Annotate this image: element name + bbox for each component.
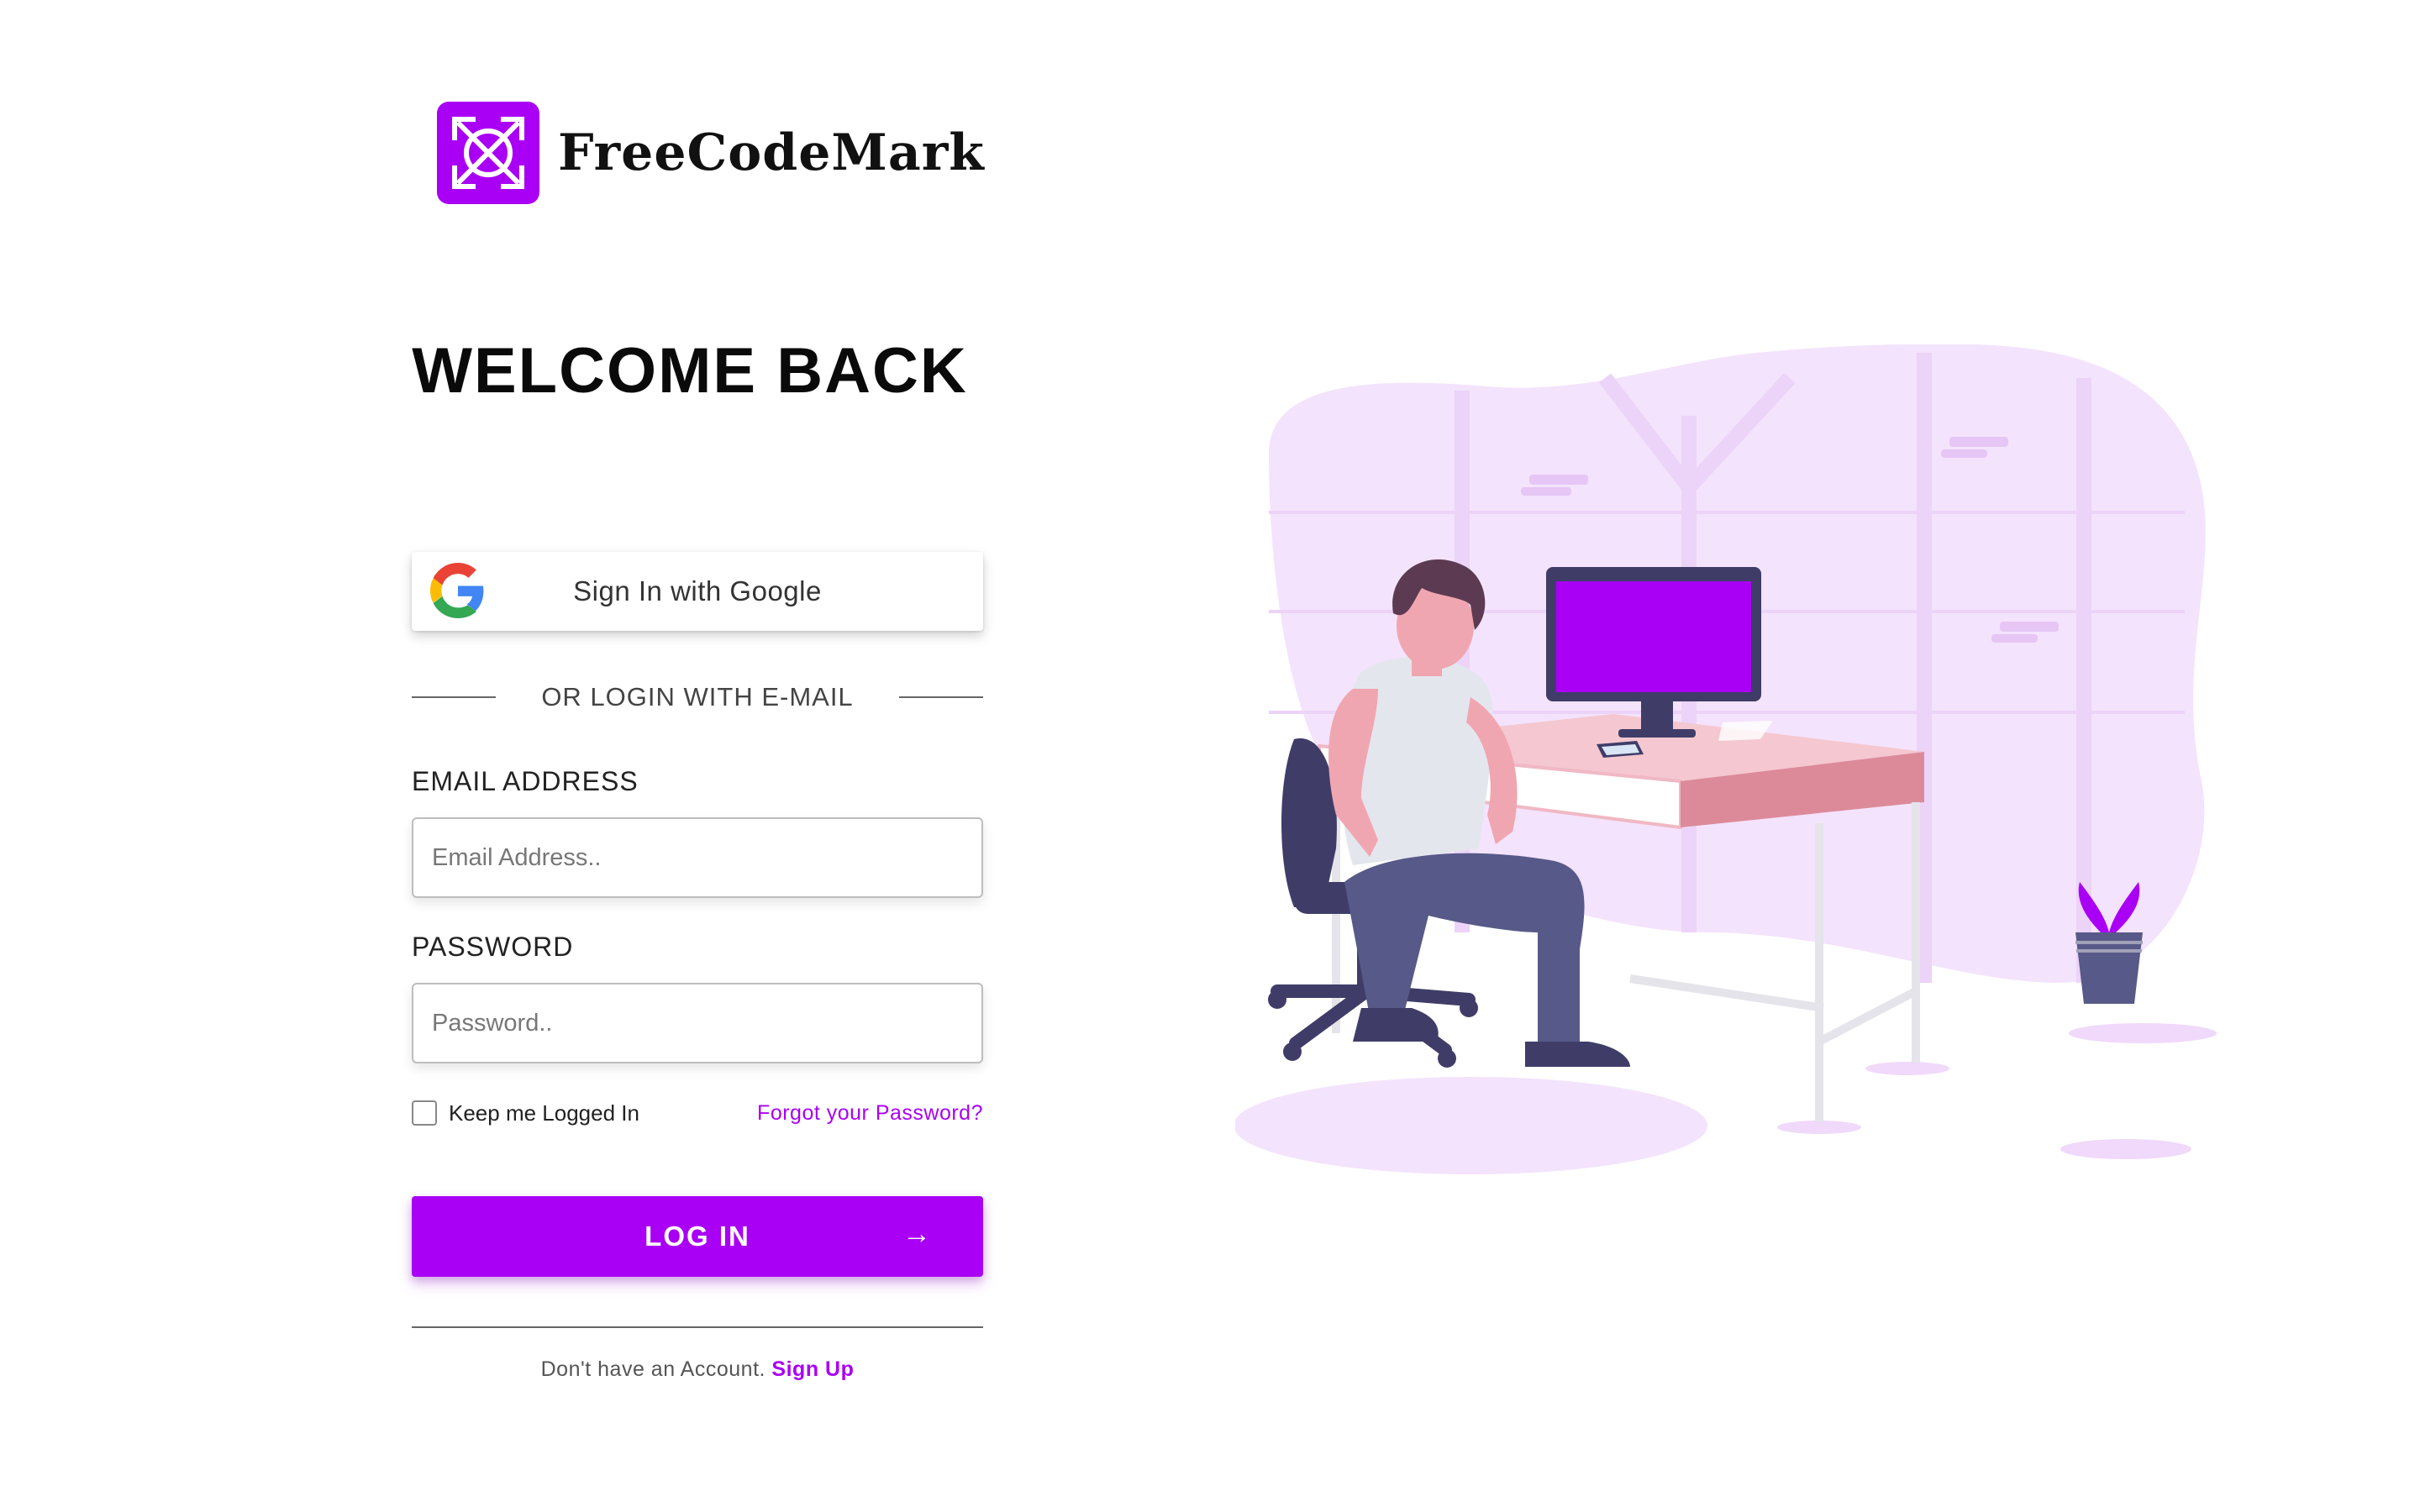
workspace-illustration [1235,344,2217,1174]
google-sign-in-button[interactable]: Sign In with Google [412,552,983,631]
password-label: PASSWORD [412,932,574,962]
brand-name: FreeCodeMark [558,123,985,182]
password-field[interactable] [412,983,983,1063]
email-field[interactable] [412,817,983,898]
divider-line-left [412,696,496,698]
keep-logged-in-checkbox[interactable] [412,1100,437,1126]
brand-logo: FreeCodeMark [437,101,985,205]
compass-cross-icon [437,102,539,204]
footer-divider [412,1326,983,1328]
keep-logged-in[interactable]: Keep me Logged In [412,1098,639,1128]
signup-prompt-text: Don't have an Account. [540,1357,765,1381]
login-button[interactable]: LOG IN → [412,1196,983,1277]
sign-up-link[interactable]: Sign Up [771,1357,854,1381]
keep-logged-in-label: Keep me Logged In [449,1100,639,1126]
login-button-label: LOG IN [644,1221,750,1252]
google-icon [430,563,484,618]
google-sign-in-label: Sign In with Google [573,575,822,606]
signup-prompt: Don't have an Account. Sign Up [412,1357,983,1382]
page-title: WELCOME BACK [412,335,968,407]
divider-text: OR LOGIN WITH E-MAIL [541,682,854,711]
login-divider: OR LOGIN WITH E-MAIL [412,677,983,717]
forgot-password-link[interactable]: Forgot your Password? [739,1098,983,1128]
email-label: EMAIL ADDRESS [412,766,639,796]
divider-line-right [899,696,983,698]
arrow-right-icon: → [902,1218,931,1250]
